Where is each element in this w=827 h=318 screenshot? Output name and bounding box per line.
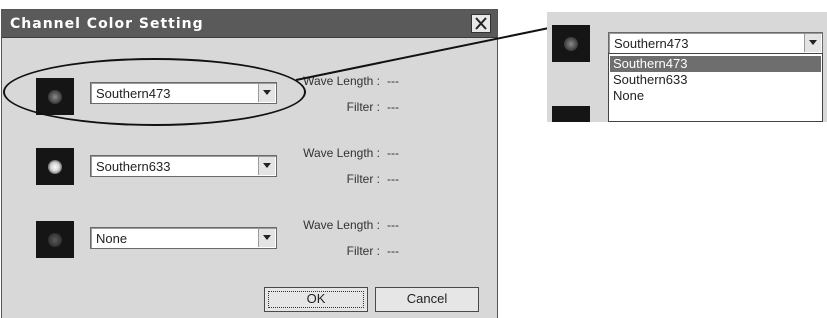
zoom-inset: Southern473 Southern473 Southern633 None (547, 12, 827, 122)
inset-swatch-partial (552, 106, 590, 122)
inset-color-dot (564, 37, 578, 51)
inset-select[interactable]: Southern473 (608, 32, 823, 54)
dropdown-option[interactable]: Southern633 (610, 72, 821, 88)
inset-select-value: Southern473 (614, 36, 689, 51)
inset-dropdown-list: Southern473 Southern633 None (608, 53, 823, 122)
dropdown-option[interactable]: None (610, 88, 821, 104)
inset-dropdown-button[interactable] (804, 34, 821, 52)
dropdown-option[interactable]: Southern473 (610, 56, 821, 72)
inset-color-swatch (552, 25, 590, 62)
chevron-down-icon (809, 40, 817, 45)
